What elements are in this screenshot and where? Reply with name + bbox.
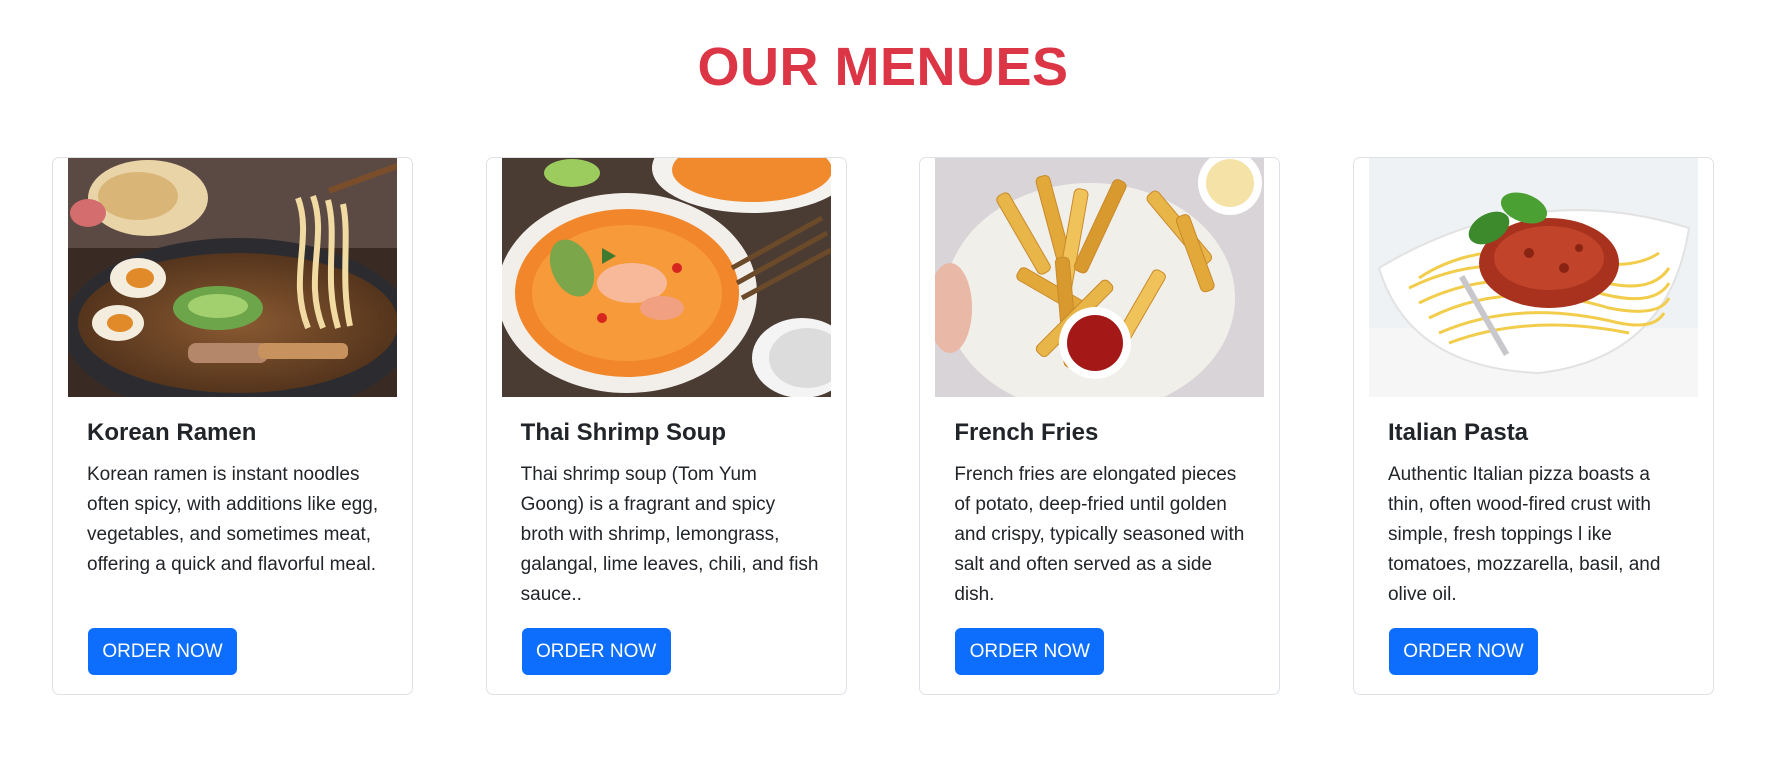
menu-card-french-fries: French Fries French fries are elongated … <box>919 157 1281 695</box>
thai-shrimp-soup-image <box>501 158 831 397</box>
french-fries-image <box>935 158 1265 397</box>
menu-card-thai-shrimp-soup: Thai Shrimp Soup Thai shrimp soup (Tom Y… <box>485 157 847 695</box>
korean-ramen-image <box>68 158 397 397</box>
card-description: French fries are elongated pieces of pot… <box>954 464 1245 605</box>
section-title: OUR MENUES <box>697 37 1069 97</box>
menu-cards: Korean Ramen Korean ramen is instant noo… <box>52 157 1714 695</box>
italian-pasta-image <box>1368 158 1698 397</box>
menu-card-korean-ramen: Korean Ramen Korean ramen is instant noo… <box>52 157 413 695</box>
order-now-button[interactable]: ORDER NOW <box>521 628 671 675</box>
card-title: Thai Shrimp Soup <box>520 419 726 446</box>
card-title: Korean Ramen <box>87 419 257 446</box>
menu-card-italian-pasta: Italian Pasta Authentic Italian pizza bo… <box>1352 157 1714 695</box>
order-now-button[interactable]: ORDER NOW <box>88 628 237 675</box>
card-title: Italian Pasta <box>1387 419 1529 446</box>
menu-page: OUR MENUES Korean Ramen Korean ramen is … <box>0 0 1766 767</box>
card-description: Korean ramen is instant noodles often sp… <box>87 464 379 575</box>
order-now-button[interactable]: ORDER NOW <box>1388 628 1538 675</box>
order-now-button[interactable]: ORDER NOW <box>955 628 1105 675</box>
card-description: Thai shrimp soup (Tom Yum Goong) is a fr… <box>520 464 819 605</box>
card-title: French Fries <box>954 419 1099 446</box>
card-description: Authentic Italian pizza boasts a thin, o… <box>1387 464 1661 605</box>
